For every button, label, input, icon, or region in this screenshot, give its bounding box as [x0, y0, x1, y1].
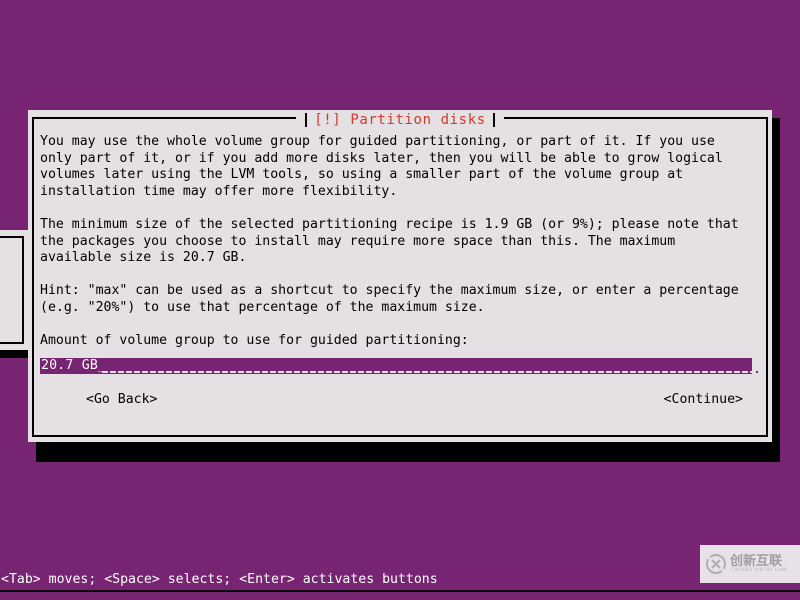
dialog-button-row: <Go Back> <Continue>	[40, 391, 762, 409]
watermark: 创新互联 CHUANG XIN HU LIAN	[700, 545, 800, 583]
status-bar-help-text: <Tab> moves; <Space> selects; <Enter> ac…	[1, 572, 438, 587]
volume-size-input-value: 20.7 GB	[41, 357, 98, 373]
dialog-content: You may use the whole volume group for g…	[40, 134, 762, 434]
description-paragraph-3: Hint: "max" can be used as a shortcut to…	[40, 283, 739, 315]
input-prompt-label: Amount of volume group to use for guided…	[40, 333, 469, 349]
description-paragraph-1: You may use the whole volume group for g…	[40, 134, 723, 199]
description-paragraph-2: The minimum size of the selected partiti…	[40, 216, 739, 266]
partition-disks-dialog: [!] Partition disks You may use the whol…	[28, 110, 772, 442]
input-underscore-fill	[102, 370, 762, 373]
watermark-logo-icon	[706, 554, 726, 574]
volume-size-input-row[interactable]: 20.7 GB_	[40, 357, 762, 374]
watermark-pinyin: CHUANG XIN HU LIAN	[730, 567, 787, 573]
watermark-title: 创新互联	[730, 553, 783, 569]
installer-screen: { "screen": { "background_color": "#7724…	[0, 0, 800, 600]
status-bar-rule	[0, 590, 800, 592]
background-dialog	[0, 230, 30, 350]
go-back-button[interactable]: <Go Back>	[86, 391, 157, 409]
background-dialog-border	[0, 236, 24, 344]
status-bar: <Tab> moves; <Space> selects; <Enter> ac…	[0, 570, 800, 590]
continue-button[interactable]: <Continue>	[664, 391, 743, 409]
